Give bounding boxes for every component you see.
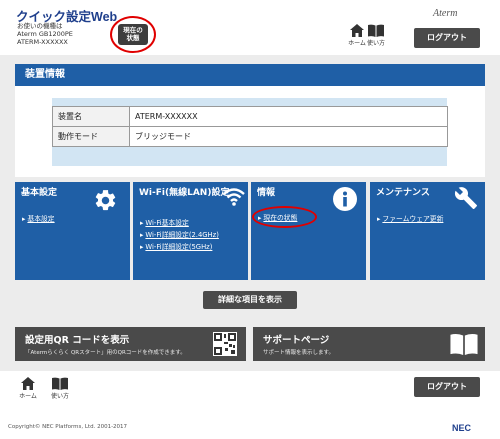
book-icon [450,334,478,355]
footer-home-label: ホーム [19,393,37,400]
footer-help-button[interactable]: 使い方 [47,377,73,405]
card-basic-settings-title: 基本設定 [21,188,58,198]
book-icon [368,24,384,37]
card-maintenance-title: メンテナンス [376,188,430,198]
device-name-key: 装置名 [52,106,130,127]
link-wifi-detail-5ghz[interactable]: Wi-Fi詳細設定(5GHz) [140,241,212,251]
footer-home-button[interactable]: ホーム [15,377,41,405]
info-icon [333,187,357,211]
link-wifi-detail-24ghz[interactable]: Wi-Fi詳細設定(2.4GHz) [140,229,218,239]
device-name: ATERM-XXXXXX [17,38,68,46]
link-firmware-update[interactable]: ファームウェア更新 [377,213,443,223]
link-basic-settings[interactable]: 基本設定 [22,213,54,223]
book-icon [52,377,68,390]
device-name-value: ATERM-XXXXXX [129,106,448,127]
copyright: Copyright© NEC Platforms, Ltd. 2001-2017 [8,424,128,430]
device-model: Aterm GB1200PE [17,30,73,38]
qr-code-card[interactable]: 設定用QR コードを表示 「Atermらくらく QRスタート」用のQRコードを作… [15,327,246,361]
help-button[interactable]: 使い方 [363,24,389,52]
device-info-table: 装置名 ATERM-XXXXXX 動作モード ブリッジモード [52,106,448,147]
logout-button[interactable]: ログアウト [414,28,480,48]
card-wifi-settings: Wi-Fi(無線LAN)設定 Wi-Fi基本設定 Wi-Fi詳細設定(2.4GH… [133,182,248,280]
support-card-subtitle: サポート情報を表示します。 [263,350,334,356]
card-basic-settings: 基本設定 基本設定 [15,182,130,280]
support-card-title: サポートページ [263,335,330,346]
help-label: 使い方 [366,40,385,47]
show-details-button[interactable]: 詳細な項目を表示 [203,291,297,309]
link-wifi-basic[interactable]: Wi-Fi基本設定 [140,217,188,227]
card-information-title: 情報 [257,188,276,198]
footer-logout-button[interactable]: ログアウト [414,377,480,397]
gear-icon [95,190,116,211]
qr-card-title: 設定用QR コードを表示 [25,335,130,346]
card-information: 情報 現在の状態 [251,182,366,280]
support-page-card[interactable]: サポートページ サポート情報を表示します。 [253,327,485,361]
wifi-icon [223,188,245,206]
section-title: 装置情報 [15,64,485,86]
device-info: お使いの機種は Aterm GB1200PE ATERM-XXXXXX [17,22,73,46]
card-wifi-settings-title: Wi-Fi(無線LAN)設定 [139,188,230,198]
aterm-logo: Aterm [433,8,458,19]
table-row: 装置名 ATERM-XXXXXX [52,106,448,127]
current-status-highlight-ring [252,206,317,228]
wrench-icon [454,187,477,209]
operation-mode-key: 動作モード [52,126,130,147]
operation-mode-value: ブリッジモード [129,126,448,147]
qr-code-icon [213,332,237,356]
home-icon [21,377,35,390]
home-icon [350,24,364,37]
card-maintenance: メンテナンス ファームウェア更新 [370,182,485,280]
device-info-line1: お使いの機種は [17,22,63,30]
table-row: 動作モード ブリッジモード [52,126,448,147]
qr-card-subtitle: 「Atermらくらく QRスタート」用のQRコードを作成できます。 [25,350,186,356]
footer-help-label: 使い方 [50,393,69,400]
status-highlight-ring [110,16,156,53]
nec-logo: NEC [452,423,472,433]
